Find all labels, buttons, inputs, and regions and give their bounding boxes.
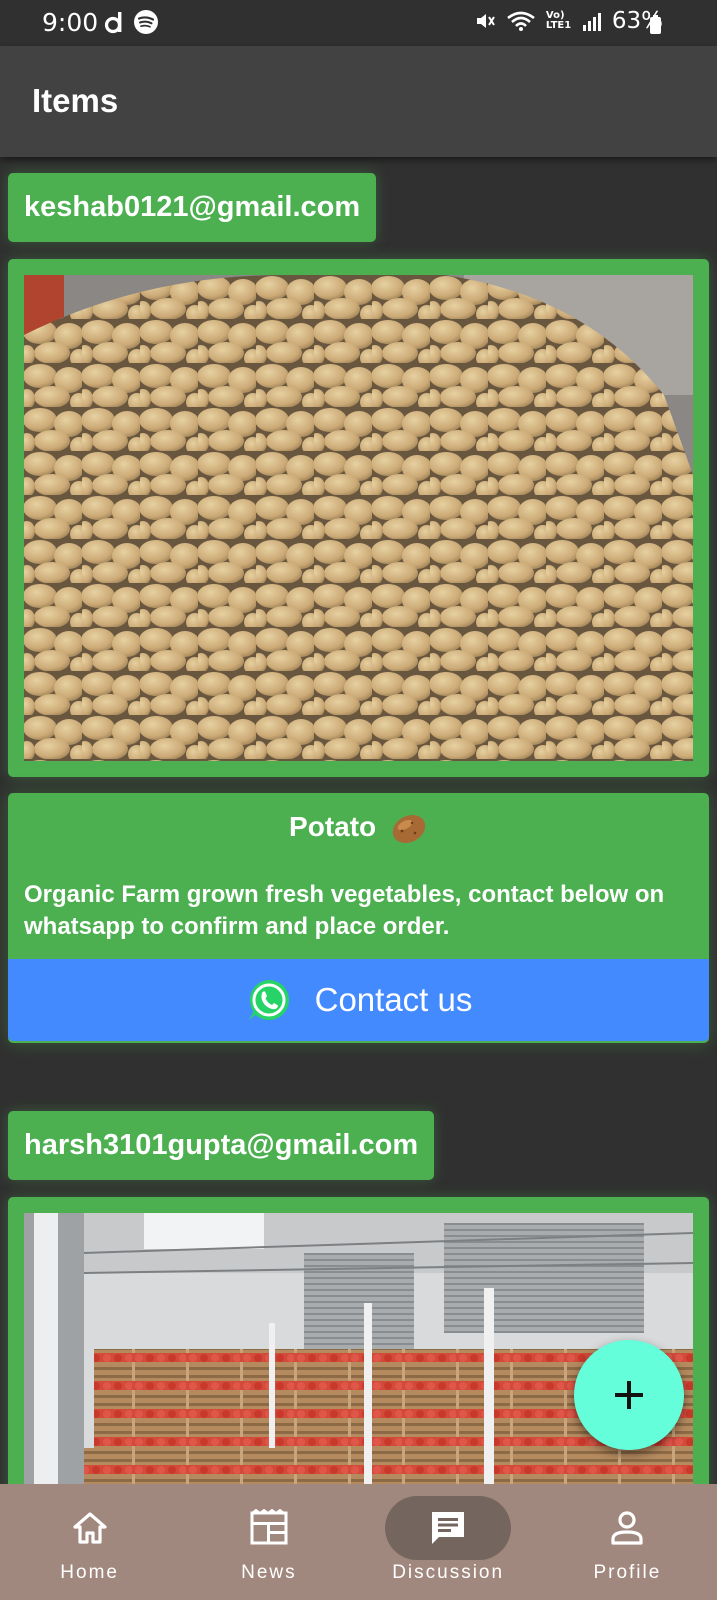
tomato-crates-image [24, 1213, 693, 1484]
d-app-icon [104, 12, 122, 34]
signal-icon [582, 13, 601, 31]
nav-item-news[interactable]: News [179, 1484, 358, 1600]
product-name-row: Potato [8, 811, 709, 845]
potato-pile-image [24, 275, 693, 761]
nav-item-profile[interactable]: Profile [538, 1484, 717, 1600]
mute-icon [476, 14, 495, 28]
tomato-crates-warehouse-photo [24, 1213, 693, 1484]
nav-label: Home [60, 1562, 119, 1583]
add-item-button[interactable] [574, 1340, 684, 1450]
chat-icon [432, 1512, 465, 1544]
nav-icon-container [595, 1496, 659, 1560]
nav-label: News [241, 1562, 297, 1583]
nav-label: Discussion [392, 1562, 505, 1583]
items-list[interactable]: keshab0121@gmail.com Potato Organic Farm… [0, 157, 717, 1484]
plus-icon [615, 1381, 643, 1409]
nav-item-home[interactable]: Home [0, 1484, 179, 1600]
profile-icon [611, 1511, 643, 1545]
nav-item-discussion[interactable]: Discussion [359, 1484, 538, 1600]
post-image-card [8, 259, 709, 777]
product-name: Potato [289, 811, 377, 842]
home-icon [73, 1512, 107, 1544]
potato-pile-photo [24, 275, 693, 761]
potato-icon [392, 814, 426, 843]
nav-icon-container [237, 1496, 301, 1560]
post-email-chip: keshab0121@gmail.com [8, 173, 377, 242]
bottom-navigation: Home News Discussion Profile [0, 1484, 717, 1600]
post-email-chip: harsh3101gupta@gmail.com [8, 1111, 435, 1180]
network-label: Vo) LTE1 [545, 10, 572, 31]
contact-us-label: Contact us [314, 981, 473, 1018]
battery-icon [650, 15, 661, 34]
nav-icon-container [385, 1496, 512, 1560]
page-title: Items [32, 82, 119, 119]
news-icon [250, 1509, 288, 1545]
spotify-icon [134, 10, 158, 34]
status-app-icons [104, 10, 158, 34]
nav-label: Profile [593, 1562, 662, 1583]
status-bar: 9:00 Vo) LTE1 63% [0, 0, 717, 46]
app-bar: Items [0, 46, 717, 157]
wifi-icon [507, 11, 535, 31]
status-time: 9:00 [42, 8, 99, 37]
nav-icon-container [58, 1496, 122, 1560]
post-info-card: Potato Organic Farm grown fresh vegetabl… [8, 793, 709, 1043]
whatsapp-icon [248, 980, 289, 1020]
status-right: Vo) LTE1 63% [474, 8, 663, 34]
contact-us-button[interactable]: Contact us [8, 959, 709, 1041]
product-description: Organic Farm grown fresh vegetables, con… [24, 881, 665, 940]
